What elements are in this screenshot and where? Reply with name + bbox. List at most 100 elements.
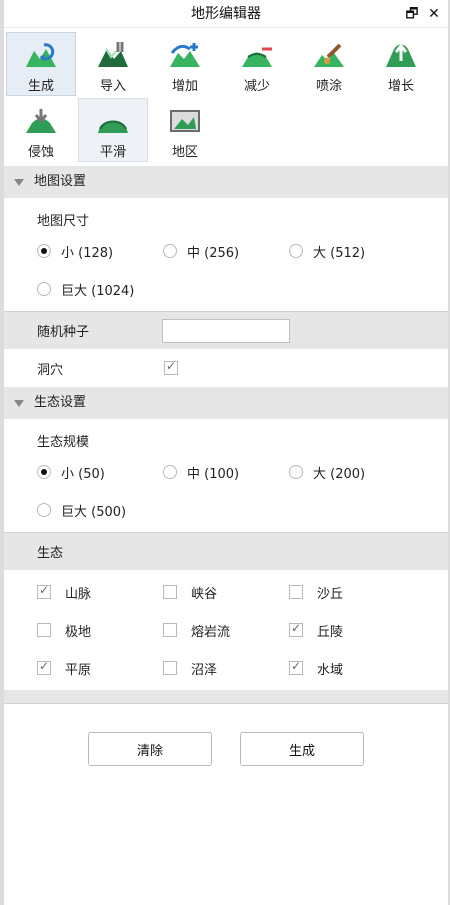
radio-eco-small[interactable] bbox=[37, 465, 51, 479]
tool-label-generate: 生成 bbox=[27, 79, 54, 94]
eco-checkbox-swamp[interactable] bbox=[163, 661, 177, 675]
radio-medium[interactable] bbox=[163, 244, 177, 258]
eco-label-dune: 沙丘 bbox=[317, 586, 344, 602]
map-size-radios: 小 (128) 中 (256) 大 (512) 巨大 (1024) bbox=[4, 229, 448, 299]
eco-checkbox-mountain[interactable] bbox=[37, 583, 51, 599]
close-window-button[interactable]: ✕ bbox=[426, 6, 442, 22]
eco-label-plains: 平原 bbox=[65, 662, 92, 678]
map-size-label: 地图尺寸 bbox=[37, 214, 90, 229]
eco-label-lava: 熔岩流 bbox=[191, 624, 231, 640]
tool-erode[interactable]: 侵蚀 bbox=[6, 98, 76, 162]
map-size-small-label: 小 (128) bbox=[61, 245, 114, 261]
import-mountain-icon bbox=[98, 42, 128, 67]
random-seed-input[interactable] bbox=[162, 318, 290, 343]
eco-checkbox-plains[interactable] bbox=[37, 659, 51, 675]
eco-scale-huge-label: 巨大 (500) bbox=[61, 504, 127, 520]
eco-scale-small[interactable]: 小 (50) bbox=[37, 462, 163, 482]
tool-paint[interactable]: 喷涂 bbox=[294, 32, 364, 96]
regenerate-mountain-icon bbox=[26, 43, 56, 67]
clear-button[interactable]: 清除 bbox=[88, 732, 212, 766]
cave-label: 洞穴 bbox=[37, 362, 64, 378]
eco-item-lava[interactable]: 熔岩流 bbox=[163, 620, 289, 640]
bottom-divider-bar bbox=[4, 690, 448, 704]
tool-label-grow: 增长 bbox=[387, 79, 414, 94]
map-settings-title: 地图设置 bbox=[34, 174, 87, 189]
eco-scale-huge[interactable]: 巨大 (500) bbox=[37, 500, 163, 520]
action-buttons: 清除 生成 bbox=[4, 704, 448, 766]
eco-item-polar[interactable]: 极地 bbox=[37, 620, 163, 640]
map-size-large-label: 大 (512) bbox=[313, 245, 366, 261]
tool-smooth[interactable]: 平滑 bbox=[78, 98, 148, 162]
map-size-large[interactable]: 大 (512) bbox=[289, 241, 415, 261]
eco-label-hills: 丘陵 bbox=[317, 624, 344, 640]
random-seed-label: 随机种子 bbox=[37, 325, 90, 340]
eco-settings-header[interactable]: 生态设置 bbox=[4, 387, 448, 419]
eco-checkbox-hills[interactable] bbox=[289, 621, 303, 637]
tool-label-import: 导入 bbox=[99, 79, 126, 94]
map-size-huge[interactable]: 巨大 (1024) bbox=[37, 279, 163, 299]
generate-button[interactable]: 生成 bbox=[240, 732, 364, 766]
eco-scale-label: 生态规模 bbox=[37, 435, 90, 450]
window-titlebar: 地形编辑器 🗗 ✕ bbox=[4, 0, 448, 28]
eco-scale-small-label: 小 (50) bbox=[61, 466, 105, 482]
eco-checkbox-dune[interactable] bbox=[289, 585, 303, 599]
tool-label-reduce: 减少 bbox=[243, 79, 270, 94]
eco-checkbox-polar[interactable] bbox=[37, 623, 51, 637]
tool-import[interactable]: 导入 bbox=[78, 32, 148, 96]
radio-small[interactable] bbox=[37, 244, 51, 258]
tool-grow[interactable]: 增长 bbox=[366, 32, 436, 96]
tool-generate[interactable]: 生成 bbox=[6, 32, 76, 96]
cave-checkbox[interactable] bbox=[164, 359, 178, 375]
eco-label-water: 水域 bbox=[317, 662, 344, 678]
tool-label-add: 增加 bbox=[171, 79, 198, 94]
radio-large[interactable] bbox=[289, 244, 303, 258]
eco-item-plains[interactable]: 平原 bbox=[37, 658, 163, 678]
lower-terrain-icon bbox=[242, 47, 272, 67]
tool-region[interactable]: 地区 bbox=[150, 98, 220, 162]
tool-label-smooth: 平滑 bbox=[99, 145, 126, 160]
cave-row: 洞穴 bbox=[4, 349, 448, 387]
tool-label-region: 地区 bbox=[171, 145, 198, 160]
map-size-small[interactable]: 小 (128) bbox=[37, 241, 163, 261]
map-size-huge-label: 巨大 (1024) bbox=[61, 283, 135, 299]
eco-scale-radios: 小 (50) 中 (100) 大 (200) 巨大 (500) bbox=[4, 450, 448, 520]
collapse-triangle-icon bbox=[14, 399, 24, 407]
tool-reduce[interactable]: 减少 bbox=[222, 32, 292, 96]
tool-label-paint: 喷涂 bbox=[315, 79, 342, 94]
eco-checkbox-lava[interactable] bbox=[163, 623, 177, 637]
eco-item-swamp[interactable]: 沼泽 bbox=[163, 658, 289, 678]
restore-window-button[interactable]: 🗗 bbox=[404, 6, 420, 22]
eco-item-dune[interactable]: 沙丘 bbox=[289, 582, 415, 602]
eco-scale-medium-label: 中 (100) bbox=[187, 466, 240, 482]
radio-eco-large[interactable] bbox=[289, 465, 303, 479]
eco-label-swamp: 沼泽 bbox=[191, 662, 218, 678]
tool-palette: 生成 导入 增加 减少 喷涂 增长 侵蚀 平滑 地区 bbox=[4, 28, 448, 166]
eco-scale-medium[interactable]: 中 (100) bbox=[163, 462, 289, 482]
eco-checkbox-water[interactable] bbox=[289, 659, 303, 675]
window-title: 地形编辑器 bbox=[191, 6, 261, 22]
tool-add[interactable]: 增加 bbox=[150, 32, 220, 96]
map-settings-header[interactable]: 地图设置 bbox=[4, 166, 448, 198]
radio-eco-medium[interactable] bbox=[163, 465, 177, 479]
erode-down-arrow-icon bbox=[26, 109, 56, 133]
smooth-hill-icon bbox=[98, 120, 128, 133]
eco-item-canyon[interactable]: 峡谷 bbox=[163, 582, 289, 602]
eco-scale-large[interactable]: 大 (200) bbox=[289, 462, 415, 482]
eco-row: 生态 bbox=[4, 532, 448, 570]
window-actions: 🗗 ✕ bbox=[404, 0, 442, 28]
grow-up-arrow-icon bbox=[386, 43, 416, 67]
eco-item-mountain[interactable]: 山脉 bbox=[37, 582, 163, 602]
radio-eco-huge[interactable] bbox=[37, 503, 51, 517]
collapse-triangle-icon bbox=[14, 178, 24, 186]
random-seed-row: 随机种子 bbox=[4, 311, 448, 349]
eco-label-polar: 极地 bbox=[65, 624, 92, 640]
eco-item-hills[interactable]: 丘陵 bbox=[289, 620, 415, 640]
eco-item-water[interactable]: 水域 bbox=[289, 658, 415, 678]
region-image-icon bbox=[170, 110, 200, 132]
eco-label-mountain: 山脉 bbox=[65, 586, 92, 602]
eco-label: 生态 bbox=[37, 546, 64, 561]
eco-checkbox-canyon[interactable] bbox=[163, 585, 177, 599]
map-size-medium[interactable]: 中 (256) bbox=[163, 241, 289, 261]
radio-huge[interactable] bbox=[37, 282, 51, 296]
eco-checkbox-grid: 山脉 峡谷 沙丘 极地 熔岩流 丘陵 平原 沼泽 bbox=[4, 570, 448, 678]
